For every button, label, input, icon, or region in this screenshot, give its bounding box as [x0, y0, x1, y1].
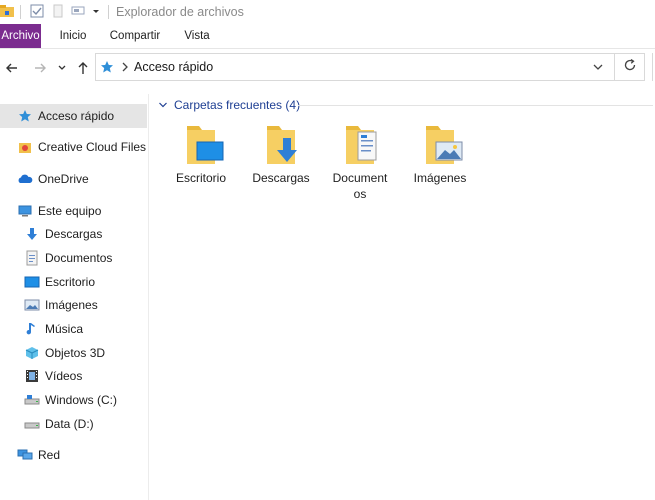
breadcrumb-chevron-icon[interactable] [120, 60, 130, 74]
tab-vista[interactable]: Vista [175, 24, 219, 48]
refresh-icon [623, 58, 637, 76]
sidebar-item-onedrive[interactable]: OneDrive [0, 167, 147, 191]
sidebar-item-label: Música [45, 322, 84, 336]
folder-label: Documentos [332, 171, 388, 201]
group-label: Carpetas frecuentes (4) [174, 98, 301, 112]
pictures-icon [24, 297, 40, 313]
music-note-icon [24, 321, 40, 337]
download-arrow-icon [24, 226, 40, 242]
customize-toolbar-chevron-icon[interactable] [89, 4, 103, 18]
sidebar-item-videos[interactable]: Vídeos [0, 364, 147, 388]
cube-icon [24, 345, 40, 361]
sidebar-item-label: Este equipo [38, 204, 102, 218]
sidebar-item-label: Windows (C:) [45, 393, 118, 407]
ribbon-tabs: Archivo Inicio Compartir Vista [0, 24, 655, 49]
sidebar-item-label: Creative Cloud Files [38, 140, 147, 154]
forward-arrow-icon[interactable] [31, 59, 49, 77]
drive-icon [24, 416, 40, 432]
sidebar-item-red[interactable]: Red [0, 443, 147, 467]
breadcrumb-location[interactable]: Acceso rápido [134, 60, 213, 74]
search-box-edge[interactable] [652, 53, 653, 81]
address-history-chevron-icon[interactable] [592, 61, 604, 73]
drive-icon [24, 392, 40, 408]
navigation-pane: Acceso rápido Creative Cloud Files OneDr… [0, 94, 149, 500]
address-bar[interactable]: Acceso rápido [95, 53, 615, 81]
sidebar-item-descargas[interactable]: Descargas [0, 222, 147, 246]
sidebar-item-label: Escritorio [45, 275, 96, 289]
documents-folder-icon [336, 120, 384, 168]
back-arrow-icon[interactable] [3, 59, 21, 77]
computer-icon [17, 203, 33, 219]
desktop-folder-icon [177, 120, 225, 168]
folder-tile-escritorio[interactable]: Escritorio [164, 120, 238, 186]
sidebar-item-creative-cloud[interactable]: Creative Cloud Files [0, 135, 147, 159]
sidebar-item-objetos-3d[interactable]: Objetos 3D [0, 341, 147, 365]
sidebar-item-label: Documentos [45, 251, 113, 265]
sidebar-item-este-equipo[interactable]: Este equipo [0, 199, 147, 223]
group-divider [298, 105, 653, 106]
film-icon [24, 368, 40, 384]
group-header-frequent-folders[interactable]: Carpetas frecuentes (4) [158, 96, 300, 114]
sidebar-item-label: Data (D:) [45, 417, 94, 431]
sidebar-item-imagenes[interactable]: Imágenes [0, 293, 147, 317]
sidebar-item-label: OneDrive [38, 172, 89, 186]
cloud-icon [17, 171, 33, 187]
refresh-button[interactable] [615, 53, 645, 81]
window-title: Explorador de archivos [116, 5, 244, 19]
folder-label: Escritorio [175, 171, 226, 185]
properties-check-icon[interactable] [30, 4, 44, 18]
sidebar-item-windows-c[interactable]: Windows (C:) [0, 388, 147, 412]
pictures-folder-icon [416, 120, 464, 168]
collapse-chevron-icon[interactable] [158, 100, 168, 110]
recent-locations-chevron-icon[interactable] [55, 59, 69, 77]
downloads-folder-icon [257, 120, 305, 168]
desktop-icon [24, 274, 40, 290]
rename-icon[interactable] [71, 4, 85, 18]
network-icon [17, 447, 33, 463]
folder-icon[interactable] [0, 4, 14, 18]
sidebar-item-label: Descargas [45, 227, 103, 241]
up-arrow-icon[interactable] [74, 59, 92, 77]
separator [108, 5, 109, 19]
sidebar-item-label: Imágenes [45, 298, 98, 312]
star-icon [17, 108, 33, 124]
sidebar-item-acceso-rapido[interactable]: Acceso rápido [0, 104, 147, 128]
sidebar-item-label: Red [38, 448, 61, 462]
folder-tile-documentos[interactable]: Documentos [323, 120, 397, 202]
title-bar: Explorador de archivos [0, 0, 655, 24]
sidebar-item-label: Vídeos [45, 369, 83, 383]
separator [20, 5, 21, 19]
document-icon [24, 250, 40, 266]
folder-label: Imágenes [413, 171, 467, 185]
tab-compartir[interactable]: Compartir [104, 24, 166, 48]
sidebar-item-data-d[interactable]: Data (D:) [0, 412, 147, 436]
sidebar-item-label: Objetos 3D [45, 346, 106, 360]
new-folder-icon[interactable] [51, 4, 65, 18]
sidebar-item-documentos[interactable]: Documentos [0, 246, 147, 270]
folder-tile-imagenes[interactable]: Imágenes [403, 120, 477, 186]
tab-inicio[interactable]: Inicio [51, 24, 95, 48]
creative-cloud-icon [17, 139, 33, 155]
sidebar-item-musica[interactable]: Música [0, 317, 147, 341]
folder-label: Descargas [252, 171, 310, 185]
sidebar-item-escritorio[interactable]: Escritorio [0, 270, 147, 294]
star-icon [100, 60, 114, 74]
tab-archivo[interactable]: Archivo [0, 24, 41, 48]
sidebar-item-label: Acceso rápido [38, 109, 115, 123]
folder-tile-descargas[interactable]: Descargas [244, 120, 318, 186]
